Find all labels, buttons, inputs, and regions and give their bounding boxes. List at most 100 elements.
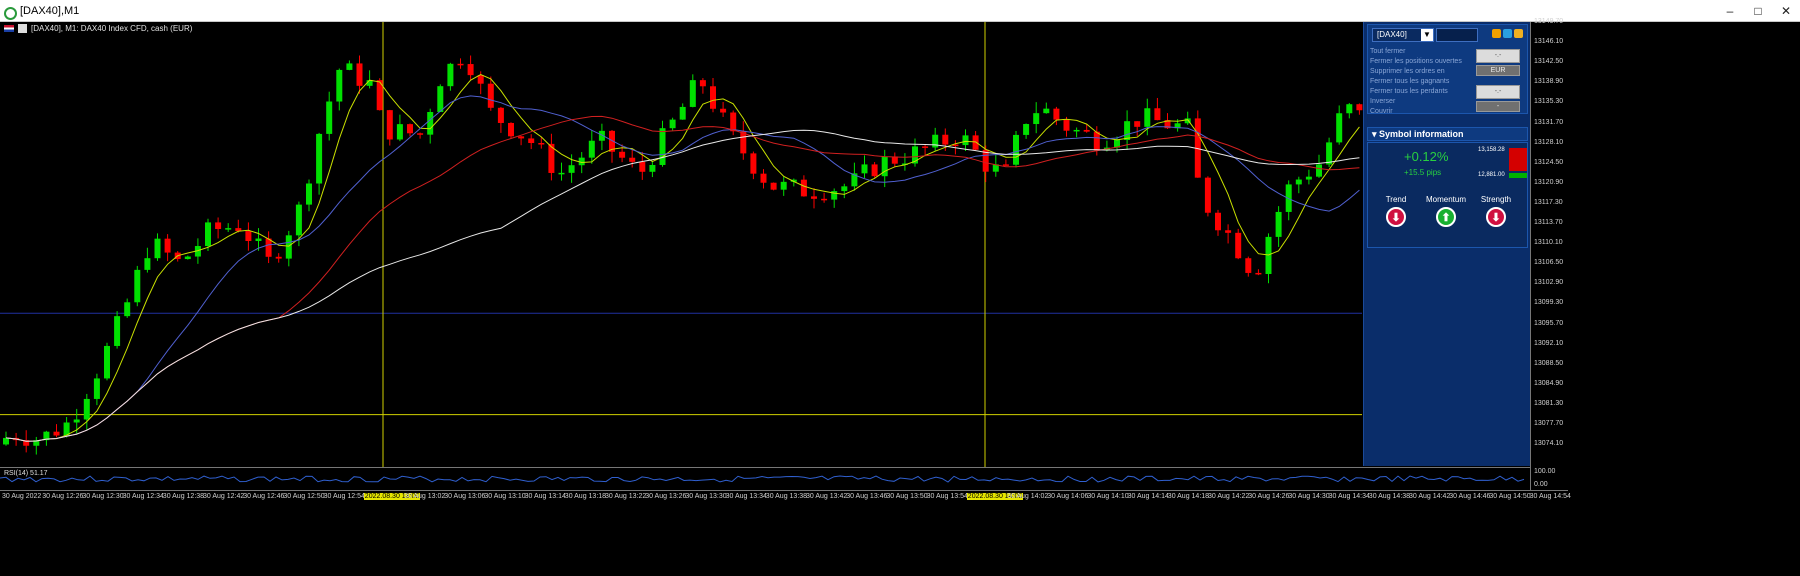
- price-tick-label: 13084.90: [1534, 379, 1564, 387]
- candle-body: [1124, 121, 1131, 140]
- time-tick-label: 30 Aug 13:22: [605, 493, 647, 500]
- candle-body: [821, 198, 828, 201]
- candle-body: [83, 398, 90, 420]
- price-tick-label: 13099.30: [1534, 299, 1564, 307]
- candle-body: [1023, 124, 1030, 135]
- price-tick-label: 13110.10: [1534, 239, 1563, 247]
- candle-body: [649, 164, 656, 172]
- chart-header: [DAX40], M1: DAX40 Index CFD, cash (EUR): [4, 24, 192, 33]
- range-bar-high: [1509, 148, 1527, 171]
- candle-body: [679, 106, 686, 120]
- buy-sub-button[interactable]: -: [1476, 101, 1520, 112]
- momentum-label: Momentum: [1425, 195, 1466, 204]
- price-plot[interactable]: [0, 22, 1530, 467]
- candle-body: [1033, 113, 1040, 125]
- trade-menu: Tout fermer Fermer les positions ouvertes…: [1370, 47, 1462, 117]
- candle-body: [265, 238, 272, 257]
- title-bar: [DAX40],M1 – □ ✕: [0, 0, 1800, 22]
- candle-body: [114, 316, 121, 346]
- time-tick-label: 30 Aug 12:30: [82, 493, 124, 500]
- trade-menu-item[interactable]: Fermer les positions ouvertes: [1370, 57, 1462, 67]
- copy-icon[interactable]: [1492, 29, 1501, 38]
- candle-body: [417, 133, 424, 135]
- candle-body: [1275, 211, 1282, 237]
- candle-body: [164, 238, 171, 253]
- sell-button[interactable]: -.-: [1476, 49, 1520, 63]
- rsi-bottom-label: 0.00: [1534, 481, 1548, 488]
- price-tick-label: 13138.90: [1534, 78, 1564, 86]
- time-tick-label: 30 Aug 12:46: [243, 493, 285, 500]
- candle-body: [134, 269, 141, 303]
- flag-icon: [4, 25, 14, 32]
- grid-icon[interactable]: [1514, 29, 1523, 38]
- candle-body: [467, 64, 474, 76]
- trade-menu-item[interactable]: Couvrir: [1370, 107, 1462, 117]
- lot-size-input[interactable]: [1436, 28, 1478, 42]
- candle-body: [558, 172, 565, 175]
- ma-fast-line: [5, 74, 1360, 442]
- candle-body: [275, 256, 282, 259]
- candle-body: [144, 258, 151, 270]
- price-tick-label: 13088.50: [1534, 359, 1564, 367]
- price-tick-label: 13077.70: [1534, 420, 1564, 427]
- candle-body: [841, 186, 848, 192]
- candle-body: [326, 101, 333, 134]
- chevron-down-icon[interactable]: ▼: [1421, 29, 1433, 41]
- gear-icon[interactable]: [1503, 29, 1512, 38]
- price-tick-label: 13095.70: [1534, 319, 1564, 327]
- candle-body: [396, 124, 403, 140]
- buy-button[interactable]: -.-: [1476, 85, 1520, 99]
- minimize-button[interactable]: –: [1716, 0, 1744, 22]
- price-axis[interactable]: 13149.70 13146.10 13142.50 13138.90 13135.30…: [1530, 18, 1568, 490]
- candle-body: [659, 128, 666, 165]
- rsi-pane[interactable]: RSI(14) 51.17: [0, 467, 1530, 490]
- ma-slow-line: [5, 115, 1360, 442]
- currency-button[interactable]: EUR: [1476, 65, 1520, 76]
- trade-menu-item[interactable]: Tout fermer: [1370, 47, 1462, 57]
- change-percent: +0.12%: [1404, 149, 1449, 164]
- candle-body: [730, 112, 737, 132]
- candle-body: [1326, 142, 1333, 165]
- price-tick-label: 13117.30: [1534, 198, 1563, 206]
- symbol-info-header[interactable]: ▾ Symbol information: [1367, 127, 1528, 141]
- candle-body: [1346, 104, 1353, 114]
- price-tick-label: 13128.10: [1534, 138, 1564, 146]
- candle-body: [861, 164, 868, 174]
- ma-long-line: [5, 129, 1360, 442]
- time-axis[interactable]: 30 Aug 2022 30 Aug 12:26 30 Aug 12:30 30 Au…: [0, 490, 1571, 504]
- time-tick-label: 30 Aug 14:46: [1449, 493, 1491, 500]
- close-button[interactable]: ✕: [1772, 0, 1800, 22]
- candle-body: [750, 153, 757, 174]
- candle-body: [1073, 129, 1080, 132]
- time-tick-label: 30 Aug 12:50: [283, 493, 325, 500]
- time-tick-label: 30 Aug 13:06: [444, 493, 486, 500]
- candle-body: [528, 138, 535, 144]
- time-tick-label: 30 Aug 14:42: [1409, 493, 1451, 500]
- trade-menu-item[interactable]: Supprimer les ordres en: [1370, 67, 1462, 77]
- trade-menu-item[interactable]: Inverser: [1370, 97, 1462, 107]
- time-tick-label: 30 Aug 14:18: [1167, 493, 1210, 500]
- trade-menu-item[interactable]: Fermer tous les perdants: [1370, 87, 1462, 97]
- time-tick-label: 30 Aug 14:50: [1489, 493, 1531, 500]
- candle-body: [93, 378, 100, 399]
- strength-label: Strength: [1480, 195, 1512, 204]
- price-tick-label: 13142.50: [1534, 58, 1564, 66]
- candle-body: [962, 135, 969, 146]
- candle-body: [306, 183, 312, 205]
- candle-body: [407, 124, 413, 134]
- time-tick-label: 30 Aug 13:34: [725, 493, 767, 500]
- candle-body: [1305, 176, 1312, 180]
- candle-body: [154, 238, 161, 259]
- time-tick-label: 30 Aug 13:46: [846, 493, 888, 500]
- candle-body: [760, 173, 767, 183]
- trade-menu-item[interactable]: Fermer tous les gagnants: [1370, 77, 1462, 87]
- candle-body: [740, 131, 747, 154]
- candle-body: [629, 157, 636, 162]
- candle-body: [285, 235, 292, 259]
- maximize-button[interactable]: □: [1744, 0, 1772, 22]
- candle-body: [1154, 108, 1161, 121]
- time-tick-label: 30 Aug 13:42: [806, 493, 848, 500]
- rsi-top-label: 100.00: [1534, 468, 1556, 475]
- time-tick-label: 30 Aug 12:26: [42, 493, 84, 500]
- window-title: [DAX40],M1: [20, 4, 80, 17]
